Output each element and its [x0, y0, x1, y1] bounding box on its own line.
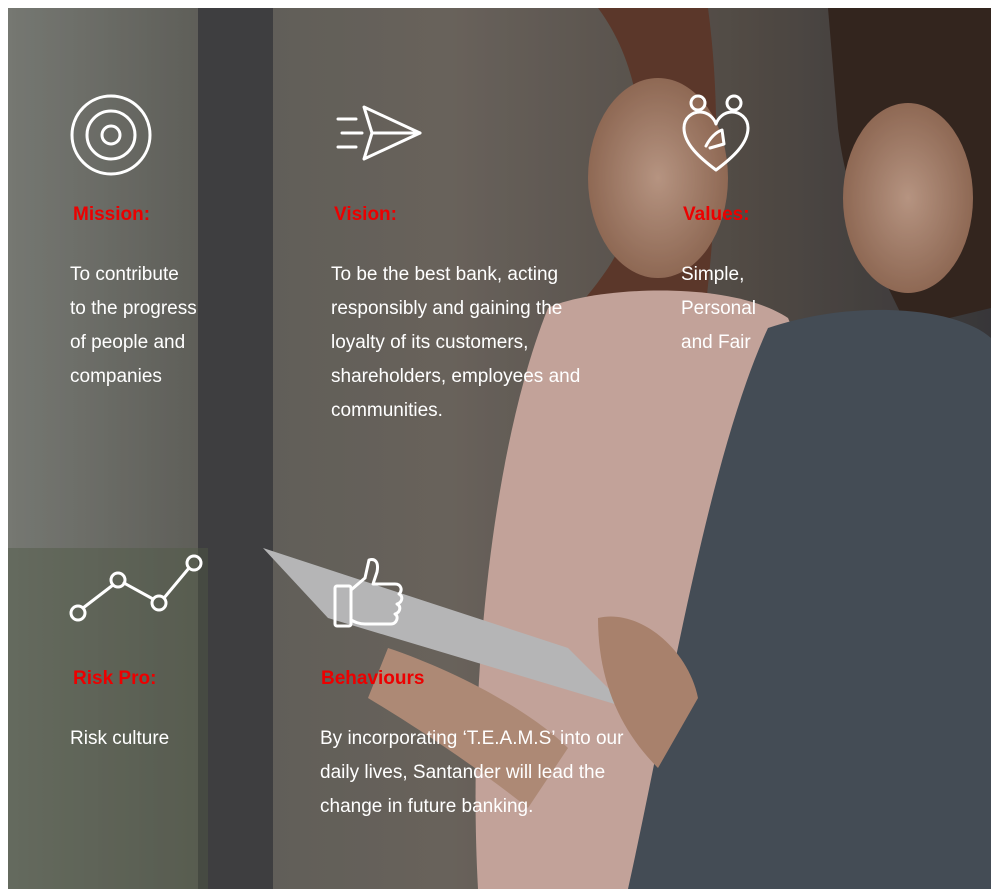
heart-people-icon: [680, 94, 752, 176]
behaviours-line: change in future banking.: [320, 796, 534, 817]
vision-line: shareholders, employees and: [331, 366, 581, 387]
vision-heading: Vision:: [334, 204, 397, 225]
behaviours-text: By incorporating ‘T.E.A.M.S’ into our da…: [320, 722, 623, 824]
vision-line: To be the best bank, acting: [331, 264, 559, 285]
target-icon: [68, 92, 154, 178]
values-line: Simple,: [681, 264, 745, 285]
vision-line: responsibly and gaining the: [331, 298, 563, 319]
risk-text: Risk culture: [70, 722, 169, 756]
vision-line: loyalty of its customers,: [331, 332, 529, 353]
vision-text: To be the best bank, acting responsibly …: [331, 258, 580, 428]
vision-line: communities.: [331, 400, 443, 421]
mission-line: of people and: [70, 332, 186, 353]
behaviours-line: By incorporating ‘T.E.A.M.S’ into our: [320, 728, 624, 749]
behaviours-heading: Behaviours: [321, 668, 425, 689]
risk-line: Risk culture: [70, 728, 170, 749]
mission-line: to the progress: [70, 298, 197, 319]
mission-line: companies: [70, 366, 162, 387]
mission-text: To contribute to the progress of people …: [70, 258, 197, 394]
mission-heading: Mission:: [73, 204, 151, 225]
paper-plane-icon: [334, 103, 426, 163]
mission-line: To contribute: [70, 264, 179, 285]
values-line: Personal: [681, 298, 756, 319]
thumbs-up-icon: [331, 556, 407, 630]
values-text: Simple, Personal and Fair: [681, 258, 756, 360]
values-heading: Values:: [683, 204, 750, 225]
behaviours-line: daily lives, Santander will lead the: [320, 762, 606, 783]
values-line: and Fair: [681, 332, 751, 353]
risk-heading: Risk Pro:: [73, 668, 157, 689]
trend-line-icon: [68, 553, 204, 623]
values-panel: Mission: To contribute to the progress o…: [8, 8, 991, 889]
